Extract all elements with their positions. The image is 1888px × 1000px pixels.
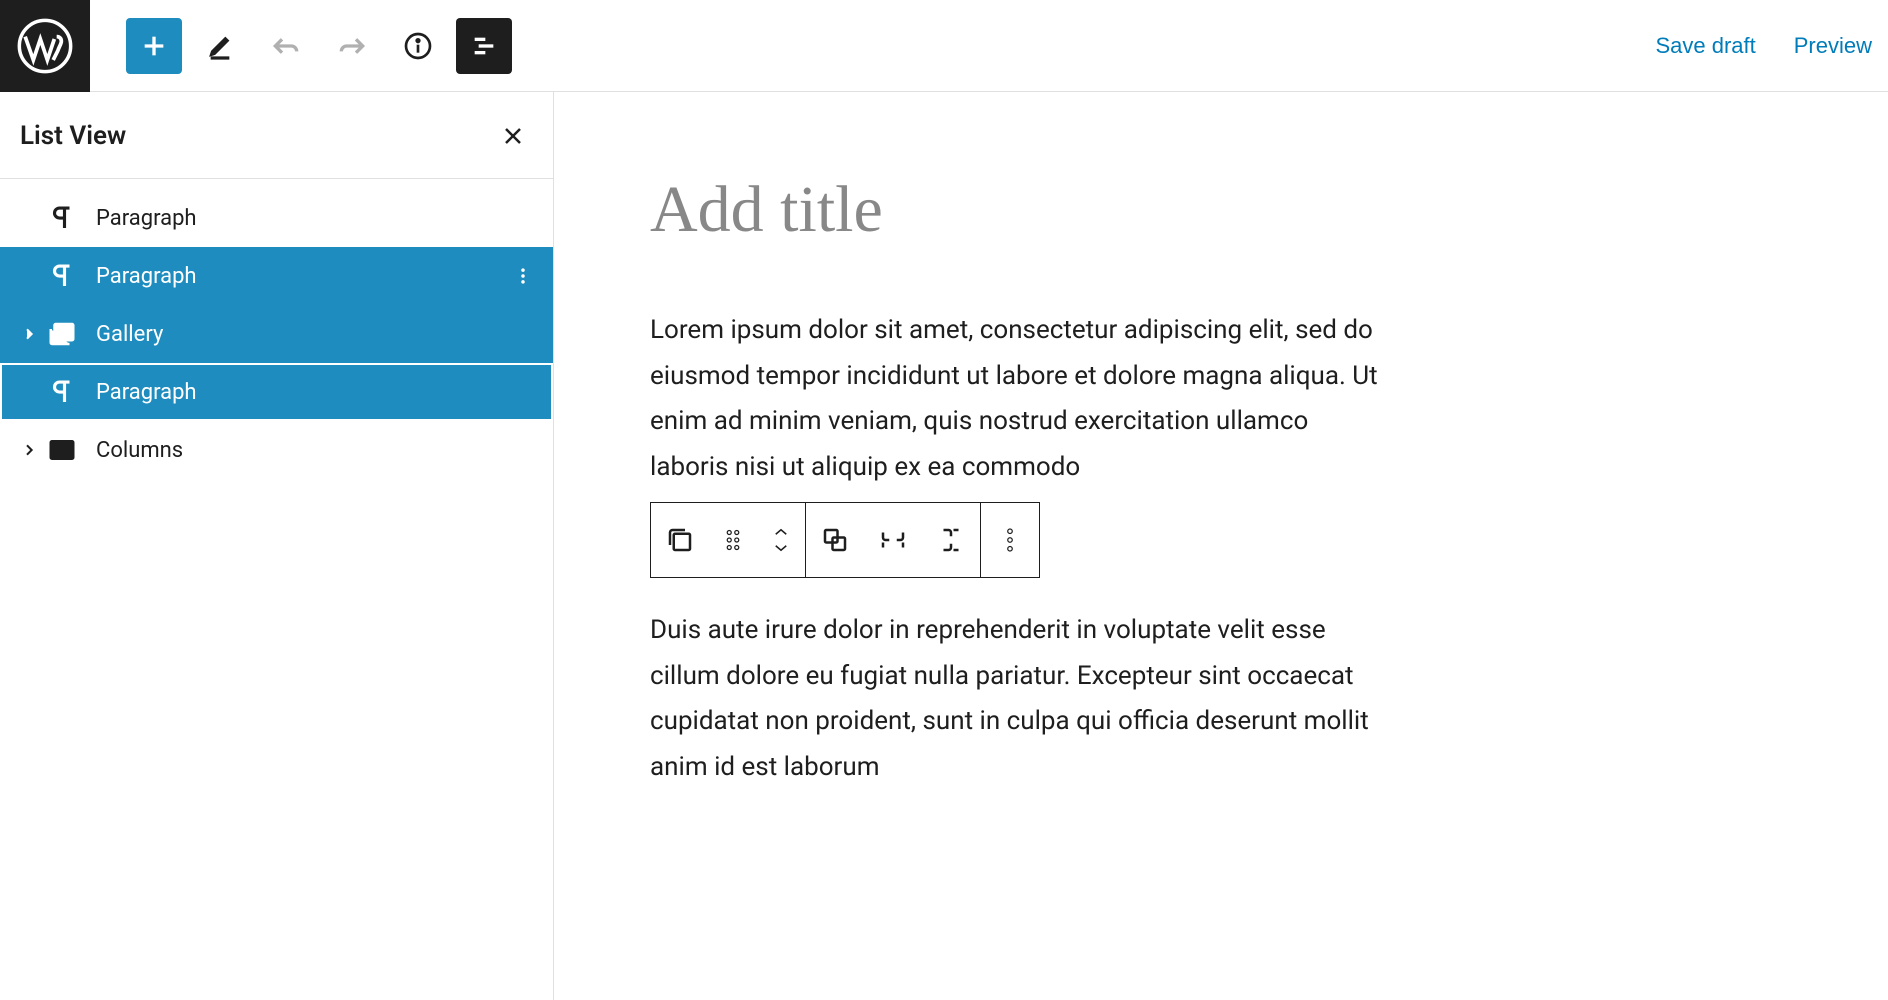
- paragraph-block[interactable]: Lorem ipsum dolor sit amet, consectetur …: [650, 308, 1390, 490]
- post-title-input[interactable]: Add title: [650, 172, 1792, 248]
- add-block-button[interactable]: [126, 18, 182, 74]
- close-list-view-button[interactable]: [493, 116, 533, 156]
- tree-label: Paragraph: [96, 206, 197, 231]
- editor-canvas[interactable]: Add title Lorem ipsum dolor sit amet, co…: [554, 92, 1888, 1000]
- toolbar-group-transform: [651, 503, 806, 577]
- toolbar-group-actions: [806, 503, 981, 577]
- top-toolbar: Save draft Preview: [0, 0, 1888, 92]
- list-view-header: List View: [0, 92, 553, 179]
- expand-toggle[interactable]: [14, 442, 44, 458]
- row-button[interactable]: [864, 503, 922, 577]
- row-options-button[interactable]: [505, 258, 541, 294]
- paragraph-icon: [44, 200, 80, 236]
- block-toolbar: [650, 502, 1040, 578]
- topbar-actions: Save draft Preview: [1655, 33, 1888, 59]
- preview-button[interactable]: Preview: [1794, 33, 1872, 59]
- editor-toolbar: [90, 18, 512, 74]
- paragraph-block[interactable]: Duis aute irure dolor in reprehenderit i…: [650, 608, 1390, 790]
- list-view-toggle-button[interactable]: [456, 18, 512, 74]
- move-up-down[interactable]: [757, 503, 805, 577]
- block-type-button[interactable]: [651, 503, 709, 577]
- tree-label: Columns: [96, 438, 183, 463]
- columns-icon: [44, 432, 80, 468]
- tree-label: Paragraph: [96, 380, 197, 405]
- tree-row-paragraph[interactable]: Paragraph: [0, 189, 553, 247]
- more-options-button[interactable]: [981, 503, 1039, 577]
- details-button[interactable]: [390, 18, 446, 74]
- edit-tool-button[interactable]: [192, 18, 248, 74]
- list-view-panel: List View Paragraph Paragraph: [0, 92, 554, 1000]
- list-view-title: List View: [20, 121, 126, 151]
- save-draft-button[interactable]: Save draft: [1655, 33, 1755, 59]
- gallery-icon: [44, 316, 80, 352]
- wordpress-logo[interactable]: [0, 0, 90, 92]
- block-tree: Paragraph Paragraph Gallery: [0, 179, 553, 479]
- drag-handle[interactable]: [709, 503, 757, 577]
- paragraph-icon: [44, 258, 80, 294]
- redo-button[interactable]: [324, 18, 380, 74]
- chevron-up-icon[interactable]: [772, 526, 790, 538]
- undo-button[interactable]: [258, 18, 314, 74]
- stack-button[interactable]: [922, 503, 980, 577]
- paragraph-icon: [44, 374, 80, 410]
- tree-row-paragraph[interactable]: Paragraph: [0, 247, 553, 305]
- chevron-down-icon[interactable]: [772, 542, 790, 554]
- expand-toggle[interactable]: [14, 326, 44, 342]
- tree-label: Gallery: [96, 322, 163, 347]
- tree-row-paragraph[interactable]: Paragraph: [0, 363, 553, 421]
- tree-row-gallery[interactable]: Gallery: [0, 305, 553, 363]
- main-area: List View Paragraph Paragraph: [0, 92, 1888, 1000]
- tree-label: Paragraph: [96, 264, 197, 289]
- toolbar-group-more: [981, 503, 1039, 577]
- tree-row-columns[interactable]: Columns: [0, 421, 553, 479]
- group-button[interactable]: [806, 503, 864, 577]
